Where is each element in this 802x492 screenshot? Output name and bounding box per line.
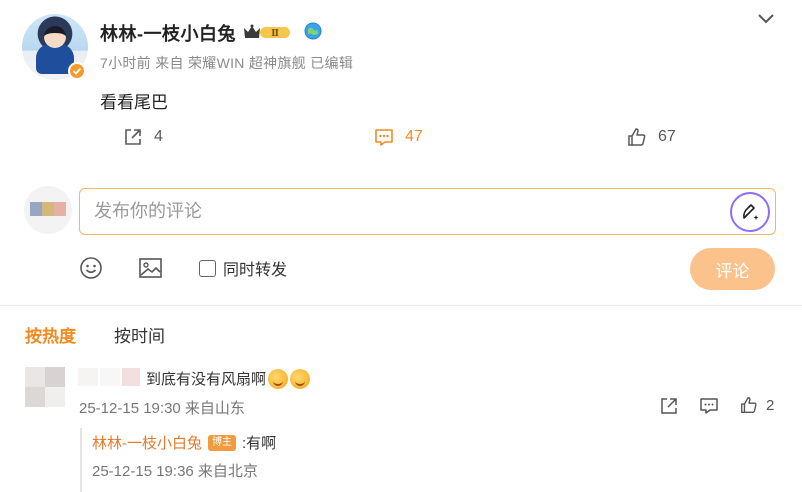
repost-checkbox[interactable]: 同时转发 (199, 256, 287, 280)
tab-sort-time[interactable]: 按时间 (114, 322, 165, 347)
verified-badge-icon (68, 62, 86, 80)
share-icon (125, 129, 141, 145)
reply-thread-line (80, 428, 82, 492)
comment-button[interactable]: 47 (373, 126, 423, 148)
comment-share-icon[interactable] (659, 396, 681, 416)
divider (0, 305, 802, 306)
share-count: 4 (154, 128, 163, 145)
ai-pen-button[interactable] (730, 192, 770, 232)
comment-like-count: 2 (766, 396, 775, 414)
repost-label: 同时转发 (223, 262, 288, 279)
comment-input[interactable] (79, 188, 776, 235)
avatar-face (44, 26, 66, 48)
smile-emoji-icon (268, 368, 289, 389)
author-name[interactable]: 林林-一枝小白兔 (100, 20, 236, 46)
commenter-avatar[interactable] (25, 367, 65, 407)
comment-count: 47 (405, 128, 423, 145)
ai-pen-icon (743, 204, 759, 220)
comment-text: 到底有没有风扇啊 (146, 368, 311, 389)
chevron-down-icon[interactable] (757, 12, 775, 26)
like-button[interactable]: 67 (626, 126, 676, 148)
post-text: 看看尾巴 (100, 93, 168, 112)
checkbox-box[interactable] (199, 259, 216, 277)
like-count: 67 (658, 128, 676, 145)
comment-reply-icon[interactable] (698, 396, 720, 416)
thumbs-up-icon (741, 397, 757, 413)
vip-crown-icon[interactable]: Ⅱ (242, 23, 292, 41)
level-badge: Ⅱ (271, 29, 279, 39)
commenter-name-redacted[interactable] (78, 368, 140, 386)
post-meta: 7小时前 来自 荣耀WIN 超神旗舰 已编辑 (100, 55, 354, 71)
comment-meta: 25-12-15 19:30 来自山东 (79, 400, 245, 417)
reply-meta: 25-12-15 19:36 来自北京 (92, 463, 258, 480)
submit-comment-button[interactable]: 评论 (690, 248, 775, 290)
image-icon[interactable] (138, 256, 163, 280)
reply-line: 林林-一枝小白兔 博主 :有啊 (92, 432, 276, 453)
author-badge: 博主 (208, 434, 236, 451)
thumbs-up-icon (628, 128, 646, 146)
current-user-avatar (24, 186, 72, 234)
smile-emoji-icon (290, 368, 311, 389)
comment-text-content: 到底有没有风扇啊 (146, 371, 267, 388)
comment-icon (375, 129, 393, 146)
world-icon[interactable] (304, 22, 322, 40)
reply-author[interactable]: 林林-一枝小白兔 (92, 432, 202, 453)
comment-like-button[interactable]: 2 (739, 395, 774, 415)
reply-text: :有啊 (242, 435, 277, 452)
share-button[interactable]: 4 (122, 126, 163, 148)
tab-sort-hot[interactable]: 按热度 (25, 322, 76, 347)
emoji-icon[interactable] (79, 256, 103, 280)
